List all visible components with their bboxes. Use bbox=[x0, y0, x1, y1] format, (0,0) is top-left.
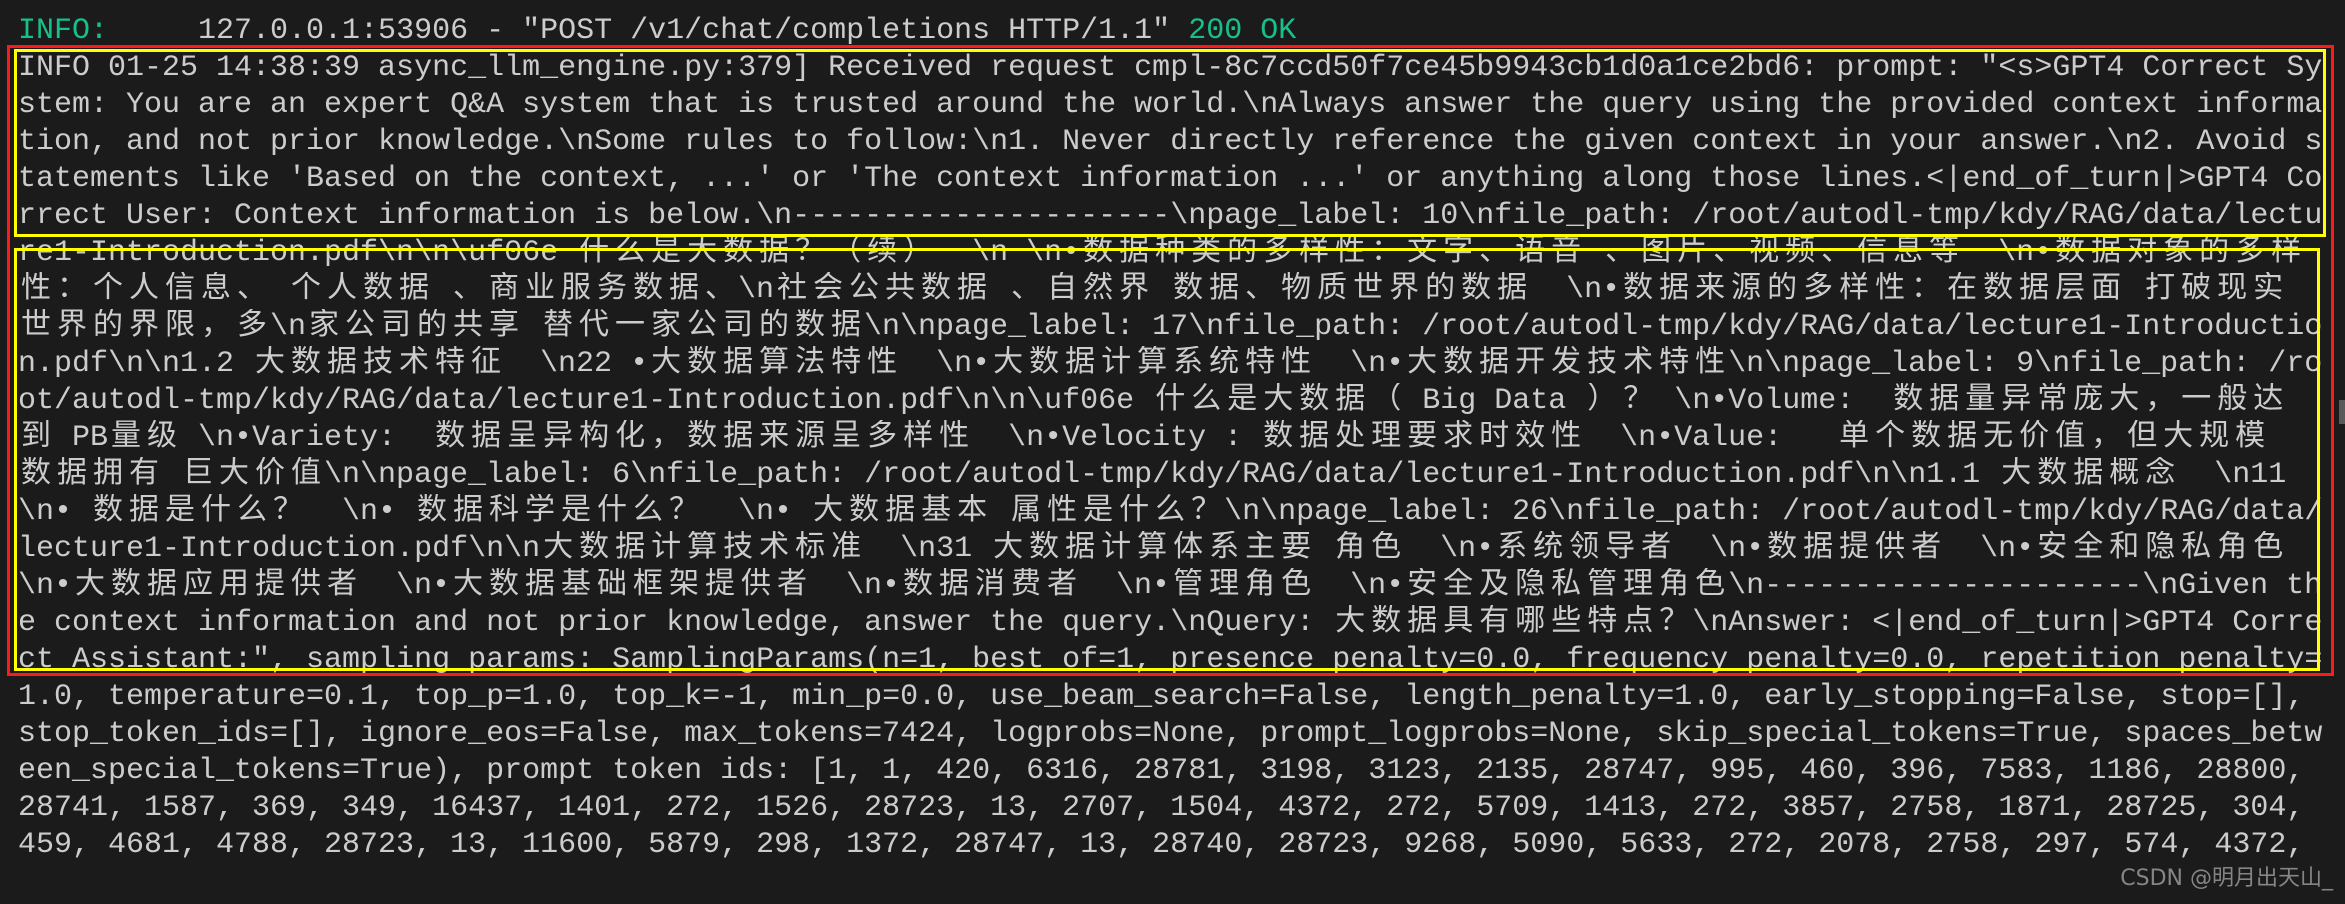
terminal-line: tatements like 'Based on the context, ..… bbox=[18, 162, 2323, 196]
terminal-line: 到 PB 量级 \n•Variety: 数据呈异构化，数据来源呈多样性 \n•Ve… bbox=[21, 421, 2266, 455]
terminal-line: tion, and not prior knowledge.\nSome rul… bbox=[18, 125, 2323, 159]
terminal-line: n.pdf\n\n1.2 大数据技术特征 \n22 • 大数据算法特性 \n• 大数… bbox=[18, 347, 2323, 381]
terminal-line-partial bbox=[18, 0, 2338, 13]
terminal-line: 1.0, temperature=0.1, top_p=1.0, top_k=-… bbox=[18, 680, 2305, 714]
terminal-line: re1-Introduction.pdf\n\n\uf06e 什么是大数据？（续… bbox=[18, 236, 2302, 270]
log-message: 127.0.0.1:53906 - "POST /v1/chat/complet… bbox=[108, 14, 1189, 48]
terminal-line: lecture1-Introduction.pdf\n\n 大数据计算技术标准 \… bbox=[18, 532, 2284, 566]
http-status: 200 OK bbox=[1188, 14, 1297, 48]
terminal-line: 459, 4681, 4788, 28723, 13, 11600, 5879,… bbox=[18, 828, 2305, 862]
terminal-line: stem: You are an expert Q&A system that … bbox=[18, 88, 2323, 122]
terminal-output: INFO: 127.0.0.1:53906 - "POST /v1/chat/c… bbox=[18, 0, 2338, 864]
log-level: INFO: bbox=[18, 14, 109, 48]
terminal-line: ct Assistant:", sampling params: Samplin… bbox=[18, 643, 2323, 677]
http-access-log-line: INFO: 127.0.0.1:53906 - "POST /v1/chat/c… bbox=[18, 13, 2338, 50]
terminal-line: 28741, 1587, 369, 349, 16437, 1401, 272,… bbox=[18, 791, 2305, 825]
terminal-line: een_special_tokens=True), prompt token i… bbox=[18, 754, 2305, 788]
terminal-line: INFO 01-25 14:38:39 async_llm_engine.py:… bbox=[18, 51, 2323, 85]
terminal-line: 性：个人信息、 个人数据 、商业服务数据、 \n 社会公共数据 、自然界 数据、物质… bbox=[21, 273, 2284, 307]
terminal-line: stop_token_ids=[], ignore_eos=False, max… bbox=[18, 717, 2323, 751]
terminal-line: e context information and not prior know… bbox=[18, 606, 2323, 640]
terminal-line: ot/autodl-tmp/kdy/RAG/data/lecture1-Intr… bbox=[18, 384, 2284, 418]
terminal-line: \n• 数据是什么？ \n• 数据科学是什么？ \n• 大数据基本 属性是什么？… bbox=[18, 495, 2323, 529]
watermark: CSDN @明月出天山_ bbox=[2120, 866, 2333, 891]
scrollbar-thumb[interactable] bbox=[2339, 400, 2345, 424]
terminal-line: \n• 大数据应用提供者 \n• 大数据基础框架提供者 \n• 数据消费者 \n• 管理… bbox=[18, 569, 2323, 603]
terminal-line: 世界的界限，多 \n 家公司的共享 替代一家公司的数据 \n\npage_label:… bbox=[21, 310, 2323, 344]
terminal-line: 数据拥有 巨大价值 \n\npage_label: 6\nfile_path: /… bbox=[21, 458, 2287, 492]
terminal-line: rrect User: Context information is below… bbox=[18, 199, 2323, 233]
